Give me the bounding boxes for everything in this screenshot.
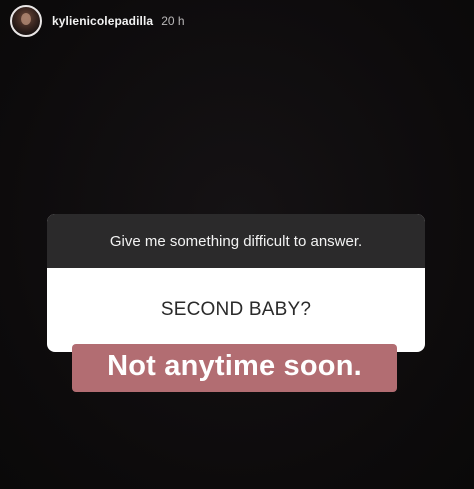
question-prompt: Give me something difficult to answer. [47, 214, 425, 268]
reply-text: Not anytime soon. [107, 349, 362, 382]
story-header: kylienicolepadilla 20 h [10, 4, 185, 38]
avatar[interactable] [10, 5, 42, 37]
username[interactable]: kylienicolepadilla [52, 14, 153, 28]
story-timestamp: 20 h [161, 14, 185, 28]
question-text: SECOND BABY? [160, 299, 312, 320]
story-view[interactable]: kylienicolepadilla 20 h Give me somethin… [0, 0, 474, 489]
question-sticker[interactable]: Give me something difficult to answer. S… [47, 214, 425, 352]
reply-text-highlight: Not anytime soon. [72, 344, 397, 392]
